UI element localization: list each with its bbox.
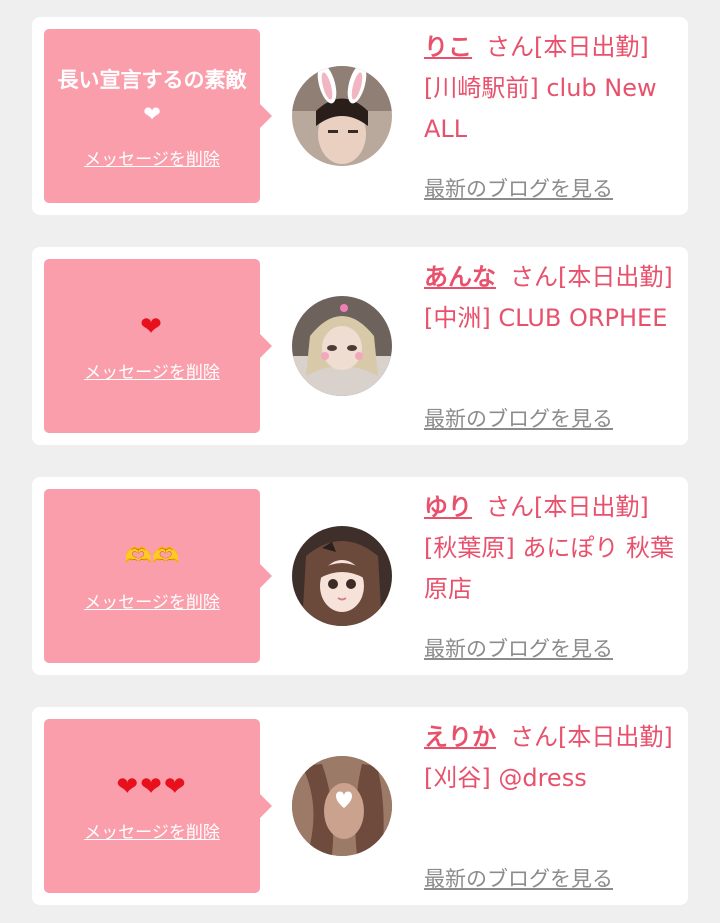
shop-name: [川崎駅前] club New ALL	[424, 74, 657, 143]
shop-name: [中洲] CLUB ORPHEE	[424, 304, 668, 332]
message-bubble: 長い宣言するの素敵❤ メッセージを削除	[44, 29, 272, 203]
message-text: ❤❤❤	[116, 771, 188, 802]
cast-name-link[interactable]: あんな	[424, 263, 496, 291]
shop-name: [刈谷] @dress	[424, 764, 587, 792]
message-card: ❤ メッセージを削除 あんな さん[本日出勤] [中洲] CLUB ORPHEE …	[32, 247, 688, 445]
latest-blog-link[interactable]: 最新のブログを見る	[424, 863, 613, 893]
avatar[interactable]	[292, 526, 392, 626]
cast-name-link[interactable]: りこ	[424, 33, 472, 61]
avatar[interactable]	[292, 756, 392, 856]
delete-message-link[interactable]: メッセージを削除	[84, 145, 220, 170]
delete-message-link[interactable]: メッセージを削除	[84, 818, 220, 843]
delete-message-link[interactable]: メッセージを削除	[84, 358, 220, 383]
message-card: 長い宣言するの素敵❤ メッセージを削除 りこ さん[本日出勤] [川崎駅前] cl…	[32, 17, 688, 215]
cast-name-link[interactable]: えりか	[424, 723, 496, 751]
work-status: さん[本日出勤]	[486, 493, 649, 521]
message-text: 🫶🫶	[124, 543, 180, 569]
work-status: さん[本日出勤]	[510, 723, 673, 751]
message-bubble: ❤❤❤ メッセージを削除	[44, 719, 272, 893]
message-card: ❤❤❤ メッセージを削除 えりか さん[本日出勤] [刈谷] @dress 最新の…	[32, 707, 688, 905]
message-text: ❤	[140, 311, 164, 342]
work-status: さん[本日出勤]	[486, 33, 649, 61]
message-card: 🫶🫶 メッセージを削除 ゆり さん[本日出勤] [秋葉原] あにぽり 秋葉原店 最…	[32, 477, 688, 675]
message-bubble: ❤ メッセージを削除	[44, 259, 272, 433]
cast-info: ゆり さん[本日出勤] [秋葉原] あにぽり 秋葉原店	[424, 487, 678, 610]
delete-message-link[interactable]: メッセージを削除	[84, 588, 220, 613]
cast-info: りこ さん[本日出勤] [川崎駅前] club New ALL	[424, 27, 678, 150]
message-bubble: 🫶🫶 メッセージを削除	[44, 489, 272, 663]
avatar[interactable]	[292, 296, 392, 396]
avatar[interactable]	[292, 66, 392, 166]
cast-info: あんな さん[本日出勤] [中洲] CLUB ORPHEE	[424, 257, 678, 339]
work-status: さん[本日出勤]	[510, 263, 673, 291]
latest-blog-link[interactable]: 最新のブログを見る	[424, 403, 613, 433]
cast-name-link[interactable]: ゆり	[424, 493, 472, 521]
message-text: 長い宣言するの素敵❤	[57, 67, 247, 126]
cast-info: えりか さん[本日出勤] [刈谷] @dress	[424, 717, 678, 799]
latest-blog-link[interactable]: 最新のブログを見る	[424, 173, 613, 203]
shop-name: [秋葉原] あにぽり 秋葉原店	[424, 534, 674, 603]
latest-blog-link[interactable]: 最新のブログを見る	[424, 633, 613, 663]
